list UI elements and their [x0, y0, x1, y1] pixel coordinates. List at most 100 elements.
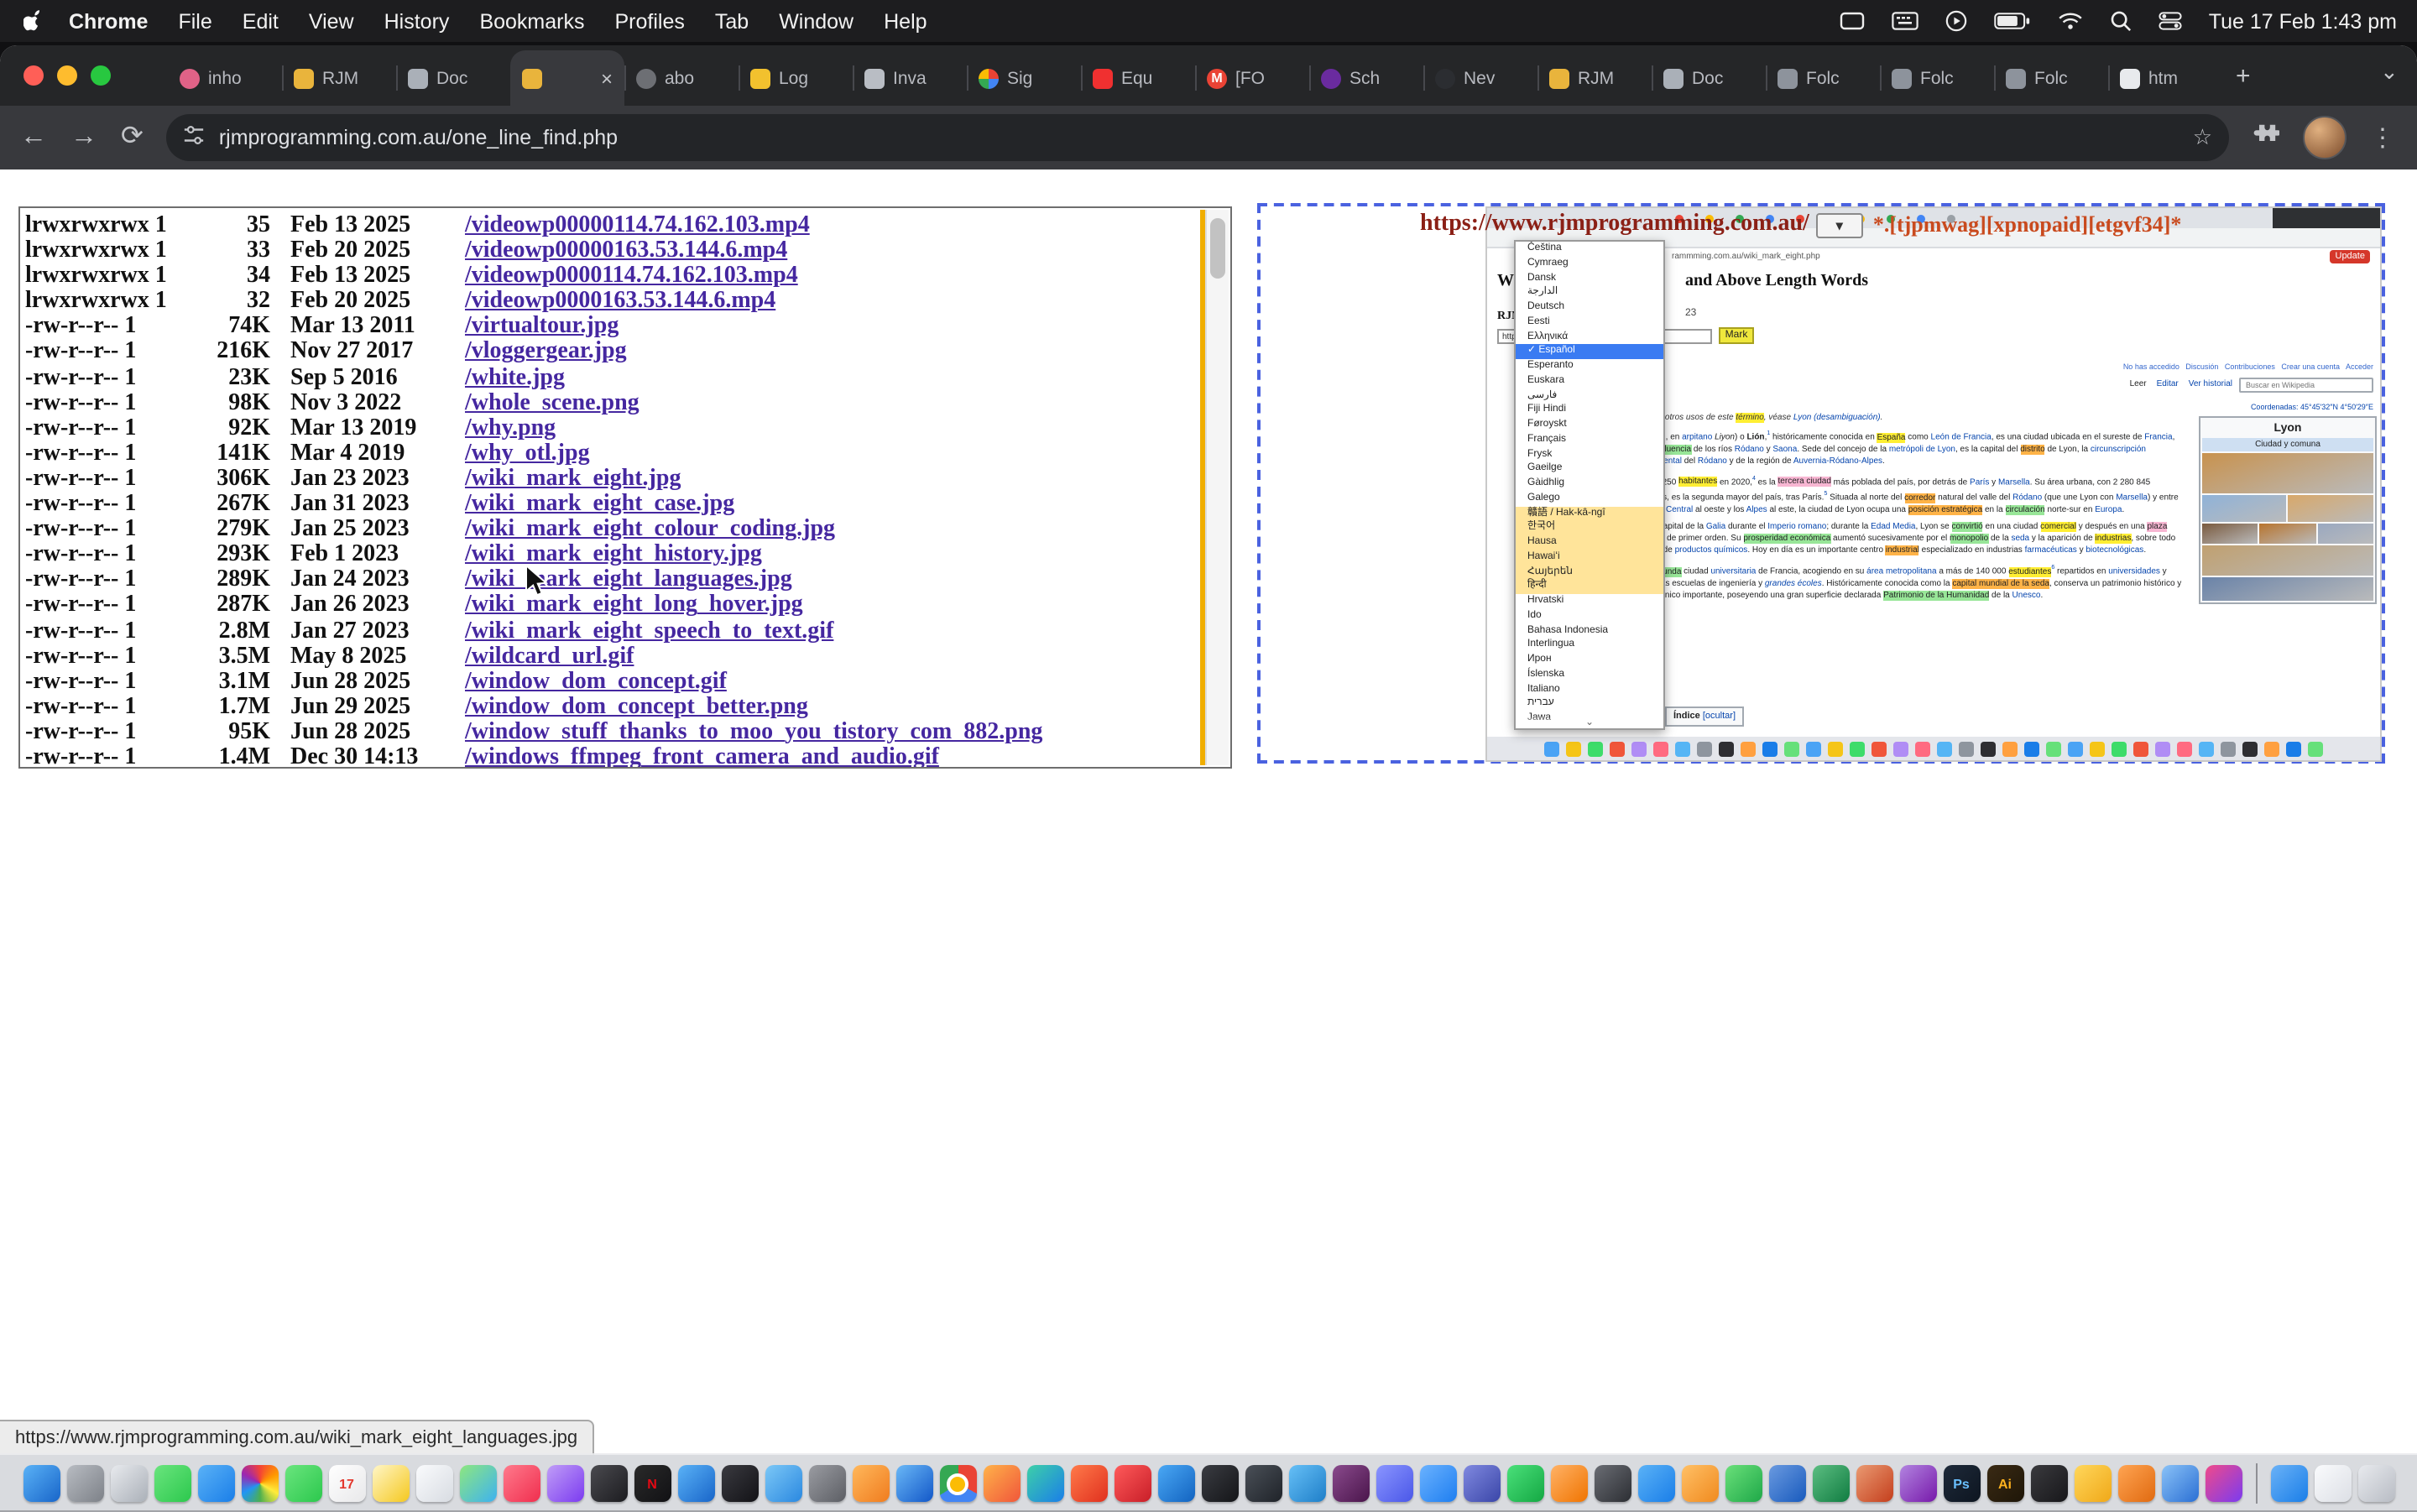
dock-launchpad-icon[interactable] [110, 1465, 147, 1502]
dock-appstore-icon[interactable] [677, 1465, 714, 1502]
menu-chrome[interactable]: Chrome [69, 9, 148, 33]
file-link[interactable]: /window_dom_concept.gif [445, 669, 1230, 694]
file-link[interactable]: /wildcard_url.gif [445, 644, 1230, 669]
dock-music-icon[interactable] [503, 1465, 540, 1502]
dock-photoshop-icon[interactable]: Ps [1943, 1465, 1980, 1502]
dock-zoom-icon[interactable] [1419, 1465, 1456, 1502]
tune-icon[interactable] [184, 124, 206, 151]
dock-powerpoint-icon[interactable] [1856, 1465, 1892, 1502]
language-option[interactable]: עברית [1516, 697, 1663, 712]
tab-Equ[interactable]: Equ [1081, 50, 1195, 106]
dock-figma-icon[interactable] [2030, 1465, 2067, 1502]
tab-[FO[interactable]: M[FO [1195, 50, 1309, 106]
language-option[interactable]: فارسی [1516, 388, 1663, 404]
dock-messages-icon[interactable] [154, 1465, 191, 1502]
tab-Doc[interactable]: Doc [1652, 50, 1766, 106]
language-option[interactable]: Français [1516, 433, 1663, 448]
menu-help[interactable]: Help [884, 9, 927, 33]
tab-htm[interactable]: htm [2108, 50, 2222, 106]
minimize-window-button[interactable] [57, 65, 77, 86]
dock-facetime-icon[interactable] [285, 1465, 321, 1502]
dock-finder-icon[interactable] [23, 1465, 60, 1502]
display-icon[interactable] [1840, 11, 1865, 31]
dock-podcasts-icon[interactable] [546, 1465, 583, 1502]
language-option[interactable]: Deutsch [1516, 300, 1663, 315]
dock-safari-icon[interactable] [895, 1465, 932, 1502]
dock-photos-icon[interactable] [241, 1465, 278, 1502]
dock-firefox-icon[interactable] [983, 1465, 1020, 1502]
language-option[interactable]: Frysk [1516, 447, 1663, 462]
close-tab-icon[interactable]: × [601, 68, 613, 88]
tab-Sch[interactable]: Sch [1309, 50, 1423, 106]
file-link[interactable]: /why.png [445, 416, 1230, 441]
wiki-tab-editar[interactable]: Editar [2157, 379, 2179, 389]
file-link[interactable]: /white.jpg [445, 365, 1230, 390]
language-option[interactable]: Galego [1516, 492, 1663, 507]
dock-sketch-icon[interactable] [2074, 1465, 2111, 1502]
file-link[interactable]: /windows_ffmpeg_front_camera_and_audio.g… [445, 745, 1230, 769]
file-link[interactable]: /vloggergear.jpg [445, 340, 1230, 365]
file-link[interactable]: /videowp00000114.74.162.103.mp4 [445, 213, 1230, 238]
tab-Inva[interactable]: Inva [853, 50, 967, 106]
dock-onenote-icon[interactable] [1899, 1465, 1936, 1502]
dock-blender-icon[interactable] [2117, 1465, 2154, 1502]
search-icon[interactable] [2110, 10, 2132, 32]
dock-opera-icon[interactable] [1114, 1465, 1151, 1502]
dock-docker-icon[interactable] [1288, 1465, 1325, 1502]
dock-edge-icon[interactable] [1026, 1465, 1063, 1502]
dock-trash-icon[interactable] [2357, 1465, 2394, 1502]
language-option[interactable]: Interlingua [1516, 639, 1663, 654]
language-option[interactable]: Čeština [1516, 242, 1663, 257]
tab-Log[interactable]: Log [739, 50, 853, 106]
tab-search-icon[interactable]: ⌄ [2380, 59, 2399, 86]
language-option[interactable]: 贛語 / Hak-kâ-ngî [1516, 506, 1663, 521]
language-option[interactable]: Eesti [1516, 315, 1663, 331]
dock-obs-icon[interactable] [1594, 1465, 1631, 1502]
tab-Doc[interactable]: Doc [396, 50, 510, 106]
menu-clock[interactable]: Tue 17 Feb 1:43 pm [2209, 9, 2397, 33]
menu-view[interactable]: View [309, 9, 354, 33]
wifi-icon[interactable] [2058, 12, 2083, 30]
language-option[interactable]: Gaeilge [1516, 462, 1663, 477]
language-option[interactable]: Bahasa Indonesia [1516, 623, 1663, 639]
dock-brave-icon[interactable] [1070, 1465, 1107, 1502]
dock-tv-icon[interactable] [590, 1465, 627, 1502]
find-dropdown[interactable]: ▾ [1816, 212, 1863, 237]
back-icon[interactable]: ← [20, 124, 47, 151]
language-option[interactable]: Cymraeg [1516, 257, 1663, 272]
dock-notes-icon[interactable] [372, 1465, 409, 1502]
language-option[interactable]: Ελληνικά [1516, 330, 1663, 345]
file-link[interactable]: /wiki_mark_eight_history.jpg [445, 542, 1230, 567]
dock-weather-icon[interactable] [765, 1465, 801, 1502]
tab-Nev[interactable]: Nev [1423, 50, 1537, 106]
scroll-more-icon[interactable]: ⌄ [1516, 717, 1663, 728]
toc-hide-link[interactable]: [ocultar] [1703, 712, 1736, 722]
new-tab-button[interactable]: + [2236, 62, 2251, 91]
url-text[interactable]: rjmprogramming.com.au/one_line_find.php [219, 126, 2179, 149]
apple-menu-icon[interactable] [23, 8, 45, 34]
wiki-account-links[interactable]: No has accedido Discusión Contribuciones… [2123, 362, 2373, 371]
language-option[interactable]: Hrvatski [1516, 594, 1663, 609]
file-link[interactable]: /videowp00000163.53.144.6.mp4 [445, 238, 1230, 263]
wiki-tab-ver-historial[interactable]: Ver historial [2189, 379, 2232, 389]
file-link[interactable]: /window_dom_concept_better.png [445, 695, 1230, 720]
scrollbar-thumb[interactable] [1210, 218, 1225, 279]
dock-excel-icon[interactable] [1812, 1465, 1849, 1502]
dock-books-icon[interactable] [852, 1465, 889, 1502]
forward-icon[interactable]: → [70, 124, 97, 151]
wiki-search-input[interactable] [2239, 378, 2373, 393]
wiki-tab-leer[interactable]: Leer [2130, 379, 2147, 389]
menu-window[interactable]: Window [779, 9, 854, 33]
close-window-button[interactable] [23, 65, 44, 86]
language-option[interactable]: Ирон [1516, 653, 1663, 668]
dock-slack-icon[interactable] [1332, 1465, 1369, 1502]
language-option[interactable]: Fiji Hindi [1516, 404, 1663, 419]
file-link[interactable]: /whole_scene.png [445, 390, 1230, 415]
language-option[interactable]: Íslenska [1516, 668, 1663, 683]
language-option[interactable]: Føroyskt [1516, 418, 1663, 433]
dock-reminders-icon[interactable] [415, 1465, 452, 1502]
language-dropdown[interactable]: ČeštinaCymraegDanskالدارجةDeutschEestiΕλ… [1514, 240, 1665, 730]
language-option[interactable]: Gàidhlig [1516, 477, 1663, 492]
dock-terminal-icon[interactable] [1201, 1465, 1238, 1502]
file-link[interactable]: /why_otl.jpg [445, 441, 1230, 467]
